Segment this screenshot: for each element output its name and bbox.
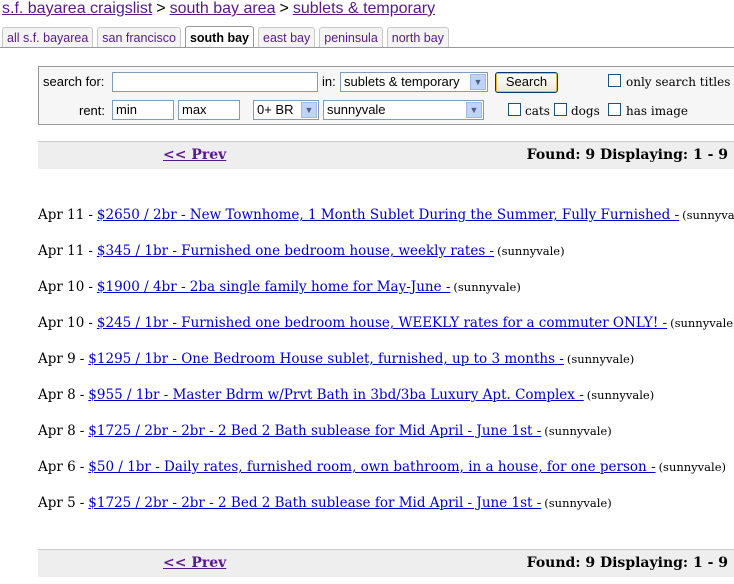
listing-location: (sunnyvale): [670, 316, 734, 330]
results-count: Found: 9 Displaying: 1 - 9: [526, 555, 728, 571]
listing-link[interactable]: $955 / 1br - Master Bdrm w/Prvt Bath in …: [88, 387, 583, 403]
listing-link[interactable]: $2650 / 2br - New Townhome, 1 Month Subl…: [97, 207, 679, 223]
results-count: Found: 9 Displaying: 1 - 9: [526, 147, 728, 163]
listing-date-separator: -: [88, 243, 93, 259]
has-image-checkbox[interactable]: [608, 103, 621, 116]
area-select-value: sunnyvale: [327, 102, 386, 117]
tab-san-francisco[interactable]: san francisco: [97, 27, 181, 48]
chevron-down-icon: ▼: [466, 102, 482, 118]
breadcrumb-separator: >: [279, 0, 289, 17]
listing-date-separator: -: [79, 387, 85, 403]
listing-date: Apr 11: [38, 207, 85, 223]
listing-location: (sunnyvale): [497, 244, 565, 258]
dogs-label: dogs: [571, 104, 600, 118]
list-item: Apr 10- $245 / 1br - Furnished one bedroo…: [38, 315, 734, 331]
listing-location: (sunnyvale): [544, 424, 612, 438]
list-item: Apr 11- $2650 / 2br - New Townhome, 1 Mon…: [38, 207, 734, 223]
prev-page-link[interactable]: << Prev: [163, 147, 226, 163]
category-select[interactable]: sublets & temporary ▼: [340, 72, 488, 92]
listing-link[interactable]: $50 / 1br - Daily rates, furnished room,…: [88, 459, 655, 475]
tab-north-bay[interactable]: north bay: [386, 27, 449, 48]
prev-page-link[interactable]: << Prev: [163, 555, 226, 571]
has-image-label: has image: [626, 104, 689, 118]
listing-location: (sunnyvale): [682, 208, 734, 222]
in-label: in:: [322, 74, 336, 89]
list-item: Apr 10- $1900 / 4br - 2ba single family h…: [38, 279, 521, 295]
listing-location: (sunnyvale): [453, 280, 521, 294]
cats-label: cats: [525, 104, 550, 118]
listing-date: Apr 5: [38, 495, 76, 511]
listing-date: Apr 6: [38, 459, 76, 475]
list-item: Apr 8- $955 / 1br - Master Bdrm w/Prvt Ba…: [38, 387, 654, 403]
area-select[interactable]: sunnyvale ▼: [323, 100, 484, 120]
only-search-titles-label: only search titles: [626, 75, 731, 89]
listing-link[interactable]: $245 / 1br - Furnished one bedroom house…: [97, 315, 667, 331]
list-item: Apr 11- $345 / 1br - Furnished one bedroo…: [38, 243, 565, 259]
region-tabs: all s.f. bayarea san francisco south bay…: [2, 26, 453, 48]
listing-location: (sunnyvale): [566, 352, 635, 366]
tab-peninsula[interactable]: peninsula: [319, 27, 383, 48]
chevron-down-icon: ▼: [470, 74, 486, 90]
breadcrumb-link-southbay[interactable]: south bay area: [170, 0, 276, 17]
listing-date-separator: -: [88, 279, 93, 295]
search-for-label: search for:: [43, 74, 105, 89]
search-form: search for: in: sublets & temporary ▼ Se…: [38, 66, 734, 125]
list-item: Apr 5- $1725 / 2br - 2br - 2 Bed 2 Bath s…: [38, 495, 612, 511]
listing-date: Apr 10: [38, 315, 85, 331]
rent-min-input[interactable]: min: [112, 100, 174, 120]
listing-location: (sunnyvale): [658, 460, 726, 474]
category-select-value: sublets & temporary: [344, 74, 460, 89]
listing-link[interactable]: $1725 / 2br - 2br - 2 Bed 2 Bath subleas…: [88, 423, 541, 439]
pager-bar-bottom: << Prev Found: 9 Displaying: 1 - 9: [38, 549, 734, 577]
breadcrumb-link-sublets[interactable]: sublets & temporary: [293, 0, 435, 17]
listing-date: Apr 8: [38, 387, 76, 403]
search-input[interactable]: [112, 72, 318, 92]
listing-date: Apr 10: [38, 279, 85, 295]
only-search-titles-checkbox[interactable]: [608, 74, 621, 87]
listing-date-separator: -: [79, 459, 85, 475]
listing-date-separator: -: [88, 315, 93, 331]
listing-link[interactable]: $1725 / 2br - 2br - 2 Bed 2 Bath subleas…: [88, 495, 541, 511]
listing-date-separator: -: [79, 351, 85, 367]
listing-date-separator: -: [79, 423, 85, 439]
breadcrumb-separator: >: [156, 0, 166, 17]
cats-checkbox[interactable]: [508, 103, 521, 116]
tab-all-sfbay[interactable]: all s.f. bayarea: [2, 27, 94, 48]
listing-link[interactable]: $345 / 1br - Furnished one bedroom house…: [97, 243, 494, 259]
listing-date: Apr 8: [38, 423, 76, 439]
breadcrumb: s.f. bayarea craigslist > south bay area > s…: [2, 0, 435, 18]
listing-link[interactable]: $1295 / 1br - One Bedroom House sublet, …: [88, 351, 564, 367]
listing-date: Apr 9: [38, 351, 76, 367]
list-item: Apr 8- $1725 / 2br - 2br - 2 Bed 2 Bath s…: [38, 423, 612, 439]
tab-south-bay[interactable]: south bay: [184, 26, 254, 48]
listing-location: (sunnyvale): [544, 496, 612, 510]
rent-label: rent:: [79, 103, 106, 118]
tab-east-bay[interactable]: east bay: [258, 27, 316, 48]
pager-bar-top: << Prev Found: 9 Displaying: 1 - 9: [38, 141, 734, 169]
chevron-down-icon: ▼: [301, 102, 317, 118]
tab-divider: [0, 47, 734, 48]
search-button[interactable]: Search: [495, 72, 558, 93]
bedrooms-select[interactable]: 0+ BR ▼: [253, 100, 319, 120]
listing-location: (sunnyvale): [586, 388, 655, 402]
bedrooms-select-value: 0+ BR: [257, 102, 294, 117]
listing-link[interactable]: $1900 / 4br - 2ba single family home for…: [97, 279, 451, 295]
dogs-checkbox[interactable]: [554, 103, 567, 116]
list-item: Apr 9- $1295 / 1br - One Bedroom House su…: [38, 351, 634, 367]
listing-date-separator: -: [79, 495, 85, 511]
list-item: Apr 6- $50 / 1br - Daily rates, furnished…: [38, 459, 726, 475]
listing-date: Apr 11: [38, 243, 85, 259]
rent-max-input[interactable]: max: [178, 100, 240, 120]
listing-date-separator: -: [88, 207, 93, 223]
breadcrumb-link-sfbay[interactable]: s.f. bayarea craigslist: [2, 0, 152, 17]
